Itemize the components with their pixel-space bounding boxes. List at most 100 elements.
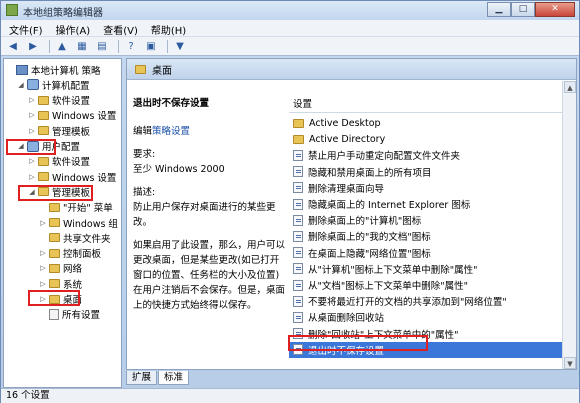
tree-item-label: 软件设置 (52, 96, 91, 108)
tree-item-label: Windows 组 (63, 218, 118, 230)
tree-item-label: 管理模板 (52, 126, 91, 138)
tree-item-label: Windows 设置 (52, 111, 117, 123)
details-pane: 桌面 退出时不保存设置 编辑策略设置 要求: 至少 Windows 2000 描… (126, 58, 577, 370)
edit-prefix: 编辑 (133, 126, 153, 137)
tree-item-label: "开始" 菜单 (63, 203, 113, 215)
tree-item[interactable]: "开始" 菜单 (39, 200, 113, 215)
title-bar: 本地组策略编辑器 ▁ □ ✕ (1, 1, 579, 20)
list-item[interactable]: 删除桌面上的"计算机"图标 (289, 212, 576, 228)
scroll-up-icon[interactable]: ▲ (564, 81, 576, 93)
tree-item-label: 软件设置 (52, 157, 91, 169)
tree-item[interactable]: ◢ 计算机配置 (17, 77, 90, 92)
tree-item[interactable]: ▷ Windows 设置 (28, 169, 116, 184)
export-list-icon[interactable]: ▤ (94, 39, 110, 54)
show-tree-icon[interactable]: ▦ (74, 39, 90, 54)
app-icon (6, 4, 18, 16)
tree-item-label: Windows 设置 (52, 172, 117, 184)
requirements-label: 要求: (133, 149, 156, 160)
list-item[interactable]: 从"计算机"图标上下文菜单中删除"属性" (289, 261, 576, 277)
filter-icon[interactable]: ▼ (172, 39, 188, 54)
menu-view[interactable]: 查看(V) (98, 20, 143, 37)
tree-item[interactable]: ▷ 系统 (39, 276, 82, 291)
vertical-scrollbar[interactable]: ▲ ▼ (562, 81, 576, 369)
policy-icon (293, 263, 303, 275)
highlight-selected-policy (288, 335, 428, 351)
list-item-label: 从"文档"图标上下文菜单中删除"属性" (308, 281, 468, 292)
tree-item[interactable]: ▷ 管理模板 (28, 123, 90, 138)
expander-icon[interactable]: ◢ (17, 81, 25, 89)
tab-standard[interactable]: 标准 (158, 371, 190, 385)
maximize-button[interactable]: □ (511, 2, 535, 17)
policy-title: 退出时不保存设置 (133, 98, 210, 109)
menu-action[interactable]: 操作(A) (51, 20, 96, 37)
tree-item[interactable]: 本地计算机 策略 (6, 62, 101, 77)
expander-icon[interactable]: ▷ (28, 173, 36, 181)
folder-icon (38, 126, 49, 136)
list-item[interactable]: 禁止用户手动重定向配置文件文件夹 (289, 147, 576, 163)
highlight-admin-templates (18, 185, 93, 201)
expander-icon[interactable]: ▷ (39, 219, 47, 227)
list-item[interactable]: 删除桌面上的"我的文档"图标 (289, 228, 576, 244)
list-item[interactable]: 隐藏桌面上的 Internet Explorer 图标 (289, 196, 576, 212)
tree-item[interactable]: ▷ Windows 组 (39, 215, 118, 230)
tab-extended[interactable]: 扩展 (126, 371, 158, 385)
tree-item[interactable]: ▷ 网络 (39, 261, 82, 276)
policy-icon (293, 230, 303, 242)
folder-icon (38, 156, 49, 166)
list-item[interactable]: 在桌面上隐藏"网络位置"图标 (289, 245, 576, 261)
close-button[interactable]: ✕ (535, 2, 575, 17)
expander-icon[interactable]: ▷ (39, 264, 47, 272)
tree-item[interactable]: ▷ Windows 设置 (28, 108, 116, 123)
forward-arrow-icon[interactable]: ▶ (25, 39, 41, 54)
tree-item-label: 共享文件夹 (63, 233, 111, 245)
expander-icon[interactable]: ▷ (28, 127, 36, 135)
list-item[interactable]: Active Directory (289, 131, 576, 147)
list-item[interactable]: 不要将最近打开的文档的共享添加到"网络位置" (289, 293, 576, 309)
list-item[interactable]: 删除清理桌面向导 (289, 180, 576, 196)
tree-item[interactable]: ▷ 软件设置 (28, 93, 90, 108)
expander-icon[interactable]: ▷ (28, 157, 36, 165)
settings-column-header[interactable]: 设置 (289, 96, 576, 113)
tree-item-label: 本地计算机 策略 (31, 65, 101, 77)
back-arrow-icon[interactable]: ◀ (5, 39, 21, 54)
list-item[interactable]: 隐藏和禁用桌面上的所有项目 (289, 164, 576, 180)
policy-icon (293, 198, 303, 210)
expander-icon[interactable]: ▷ (39, 249, 47, 257)
menu-file[interactable]: 文件(F) (4, 20, 48, 37)
list-item[interactable]: 从"文档"图标上下文菜单中删除"属性" (289, 277, 576, 293)
folder-icon (49, 248, 60, 258)
up-folder-icon[interactable]: ▲ (54, 39, 70, 54)
list-item[interactable]: Active Desktop (289, 115, 576, 131)
folder-icon (38, 110, 49, 120)
folder-icon (49, 279, 60, 289)
list-item-label: 不要将最近打开的文档的共享添加到"网络位置" (308, 297, 507, 309)
folder-icon (49, 218, 60, 227)
expander-icon[interactable]: ▷ (28, 96, 36, 104)
folder-icon (293, 118, 304, 128)
folder-icon (135, 64, 146, 74)
scroll-down-icon[interactable]: ▼ (564, 357, 576, 369)
list-item-label: Active Desktop (309, 117, 381, 129)
help-icon[interactable]: ? (123, 39, 139, 54)
list-item[interactable]: 从桌面删除回收站 (289, 309, 576, 325)
list-item-label: 从"计算机"图标上下文菜单中删除"属性" (308, 264, 478, 276)
tree-item[interactable]: 共享文件夹 (39, 230, 111, 245)
window-title: 本地组策略编辑器 (23, 8, 103, 19)
edit-policy-link[interactable]: 策略设置 (152, 126, 190, 137)
minimize-button[interactable]: ▁ (487, 2, 511, 17)
expander-icon[interactable]: ▷ (39, 280, 47, 288)
tree-item-label: 系统 (63, 279, 83, 291)
expander-icon[interactable]: ▷ (28, 111, 36, 119)
properties-icon[interactable]: ▣ (143, 39, 159, 54)
settings-list: 设置 Active Desktop Active Directory 禁止用户手动重… (289, 81, 576, 369)
list-item-label: 删除桌面上的"我的文档"图标 (308, 232, 431, 244)
tree-item[interactable]: ▷ 软件设置 (28, 154, 90, 169)
folder-icon (38, 172, 49, 182)
list-item-label: Active Directory (309, 133, 386, 145)
status-bar: 16 个设置 (1, 388, 579, 403)
tree-item[interactable]: 所有设置 (39, 307, 100, 322)
doc-icon (49, 308, 59, 320)
folder-icon (49, 263, 60, 273)
tree-item[interactable]: ▷ 控制面板 (39, 246, 101, 261)
menu-help[interactable]: 帮助(H) (146, 20, 191, 37)
